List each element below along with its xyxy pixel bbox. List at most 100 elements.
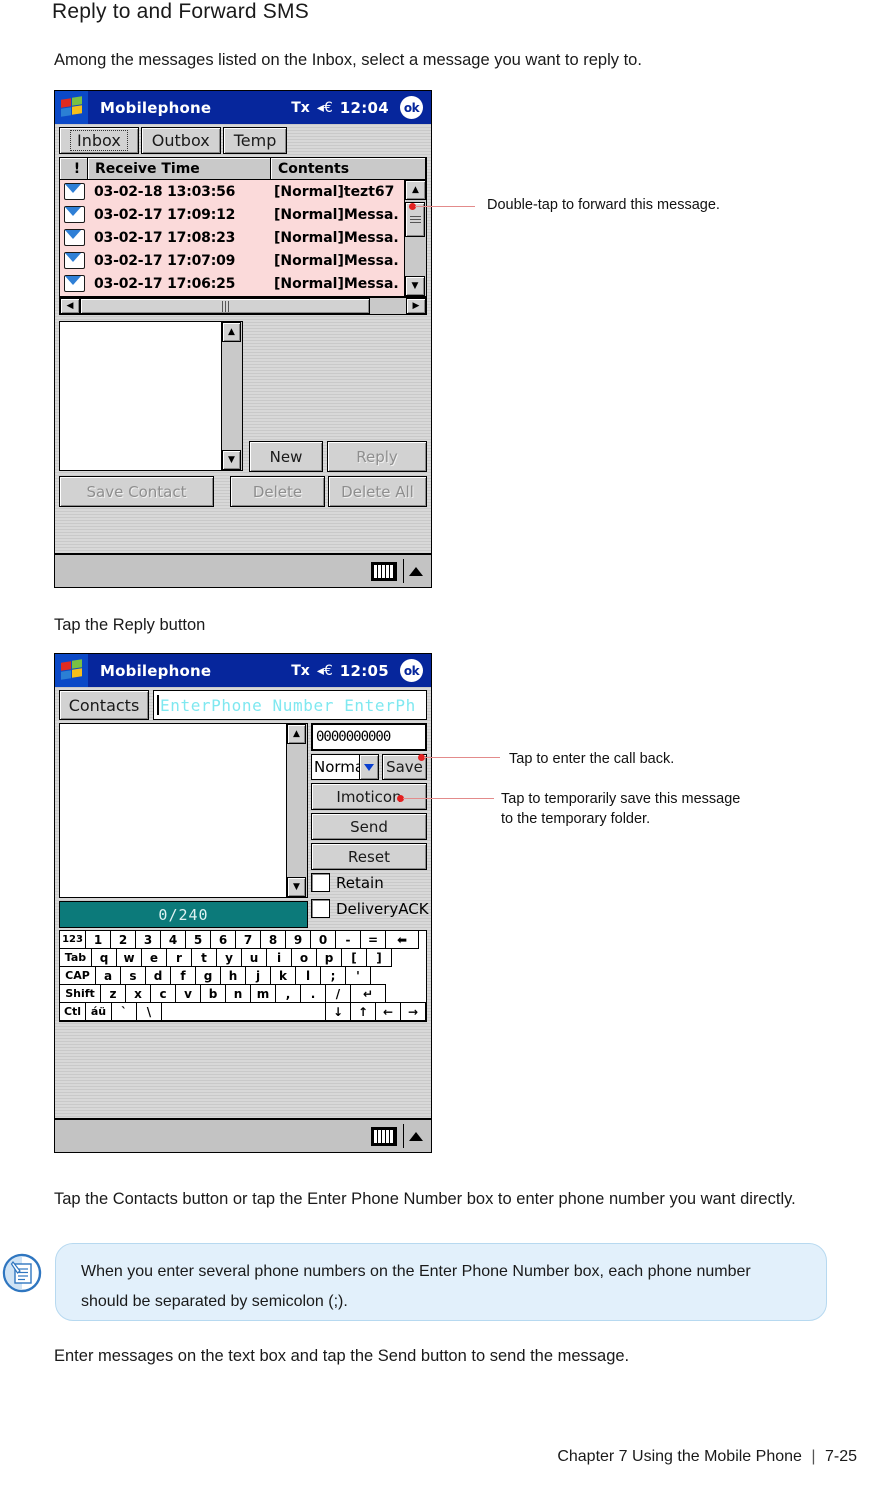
keyboard-icon[interactable] bbox=[371, 561, 397, 581]
key-4[interactable]: 4 bbox=[160, 930, 186, 949]
key-sym[interactable]: ↑ bbox=[350, 1002, 376, 1021]
message-vertical-scrollbar[interactable]: ▲ ▼ bbox=[287, 723, 308, 898]
key-sym[interactable]: ↵ bbox=[350, 984, 386, 1003]
priority-dropdown[interactable]: Norma bbox=[311, 754, 379, 780]
key-6[interactable]: 6 bbox=[210, 930, 236, 949]
key-r[interactable]: r bbox=[166, 948, 192, 967]
key-7[interactable]: 7 bbox=[235, 930, 261, 949]
volume-icon[interactable]: ◂€ bbox=[317, 664, 333, 678]
preview-vertical-scrollbar[interactable]: ▲ ▼ bbox=[222, 321, 243, 471]
key-1[interactable]: 1 bbox=[85, 930, 111, 949]
key-b[interactable]: b bbox=[200, 984, 226, 1003]
tab-temp[interactable]: Temp bbox=[222, 127, 288, 154]
key-l[interactable]: l bbox=[295, 966, 321, 985]
key-123[interactable]: 123 bbox=[59, 930, 86, 949]
retain-checkbox-row[interactable]: Retain bbox=[311, 873, 384, 892]
key-e[interactable]: e bbox=[141, 948, 167, 967]
key-sym[interactable]: / bbox=[325, 984, 351, 1003]
key-sym[interactable]: áü bbox=[85, 1002, 112, 1021]
scroll-down-icon[interactable]: ▼ bbox=[222, 450, 241, 470]
signal-off-icon[interactable]: Τx bbox=[291, 101, 310, 115]
tab-inbox[interactable]: Inbox bbox=[59, 127, 139, 154]
scroll-up-icon[interactable]: ▲ bbox=[287, 724, 306, 744]
scroll-up-icon[interactable]: ▲ bbox=[222, 322, 241, 342]
key-Shift[interactable]: Shift bbox=[59, 984, 101, 1003]
key-5[interactable]: 5 bbox=[185, 930, 211, 949]
key-Tab[interactable]: Tab bbox=[59, 948, 92, 967]
deliveryack-checkbox-row[interactable]: DeliveryACK bbox=[311, 899, 429, 918]
column-header-receive-time[interactable]: Receive Time bbox=[88, 158, 271, 179]
key-j[interactable]: j bbox=[245, 966, 271, 985]
scroll-down-icon[interactable]: ▼ bbox=[405, 276, 425, 296]
message-list[interactable]: ! Receive Time Contents 03-02-18 13:03:5… bbox=[59, 157, 427, 297]
scroll-down-icon[interactable]: ▼ bbox=[287, 877, 306, 897]
reset-button[interactable]: Reset bbox=[311, 843, 427, 870]
column-header-priority[interactable]: ! bbox=[60, 158, 88, 179]
key-Ctl[interactable]: Ctl bbox=[59, 1002, 86, 1021]
key-sym[interactable]: ] bbox=[366, 948, 392, 967]
key-c[interactable]: c bbox=[150, 984, 176, 1003]
ok-button[interactable]: ok bbox=[400, 96, 423, 119]
table-row[interactable]: 03-02-17 17:08:23 [Normal]Messa. bbox=[60, 226, 426, 249]
callback-number-input[interactable]: 0000000000 bbox=[311, 723, 427, 751]
key-t[interactable]: t bbox=[191, 948, 217, 967]
table-row[interactable]: 03-02-18 13:03:56 [Normal]tezt67 bbox=[60, 180, 426, 203]
key-sym[interactable]: = bbox=[360, 930, 386, 949]
key-d[interactable]: d bbox=[145, 966, 171, 985]
key-sym[interactable]: [ bbox=[341, 948, 367, 967]
table-row[interactable]: 03-02-17 17:09:12 [Normal]Messa. bbox=[60, 203, 426, 226]
list-vertical-scrollbar[interactable]: ▲ ▼ bbox=[404, 180, 426, 296]
delete-all-button[interactable]: Delete All bbox=[328, 476, 427, 507]
keyboard-icon[interactable] bbox=[371, 1126, 397, 1146]
new-button[interactable]: New bbox=[249, 441, 323, 472]
key-2[interactable]: 2 bbox=[110, 930, 136, 949]
key-m[interactable]: m bbox=[250, 984, 276, 1003]
key-s[interactable]: s bbox=[120, 966, 146, 985]
key-w[interactable]: w bbox=[116, 948, 142, 967]
key-h[interactable]: h bbox=[220, 966, 246, 985]
key-v[interactable]: v bbox=[175, 984, 201, 1003]
table-row[interactable]: 03-02-17 17:06:25 [Normal]Messa. bbox=[60, 272, 426, 295]
key-sym[interactable]: . bbox=[300, 984, 326, 1003]
delete-button[interactable]: Delete bbox=[230, 476, 325, 507]
key-sym[interactable]: ` bbox=[111, 1002, 137, 1021]
contacts-button[interactable]: Contacts bbox=[59, 690, 149, 720]
ok-button[interactable]: ok bbox=[400, 659, 423, 682]
key-9[interactable]: 9 bbox=[285, 930, 311, 949]
key-f[interactable]: f bbox=[170, 966, 196, 985]
clock-label[interactable]: 12:05 bbox=[340, 662, 389, 680]
clock-label[interactable]: 12:04 bbox=[340, 99, 389, 117]
key-sym[interactable]: - bbox=[335, 930, 361, 949]
tab-outbox[interactable]: Outbox bbox=[140, 127, 221, 154]
key-i[interactable]: i bbox=[266, 948, 292, 967]
chevron-down-icon[interactable] bbox=[359, 755, 378, 779]
key-x[interactable]: x bbox=[125, 984, 151, 1003]
imoticon-button[interactable]: Imoticon bbox=[311, 783, 427, 810]
key-sym[interactable]: \ bbox=[136, 1002, 162, 1021]
list-horizontal-scrollbar[interactable]: ◀ ▶ bbox=[59, 297, 427, 315]
key-sym[interactable]: ← bbox=[375, 1002, 401, 1021]
key-o[interactable]: o bbox=[291, 948, 317, 967]
key-u[interactable]: u bbox=[241, 948, 267, 967]
key-3[interactable]: 3 bbox=[135, 930, 161, 949]
table-row[interactable]: 03-02-17 17:07:09 [Normal]Messa. bbox=[60, 249, 426, 272]
key-k[interactable]: k bbox=[270, 966, 296, 985]
scroll-left-icon[interactable]: ◀ bbox=[60, 298, 80, 314]
key-8[interactable]: 8 bbox=[260, 930, 286, 949]
message-textarea[interactable] bbox=[59, 723, 287, 898]
key-sym[interactable]: ⬅ bbox=[385, 930, 419, 949]
triangle-up-icon[interactable] bbox=[409, 566, 423, 576]
key-CAP[interactable]: CAP bbox=[59, 966, 96, 985]
deliveryack-checkbox[interactable] bbox=[311, 899, 330, 918]
soft-keyboard[interactable]: 123 1 2 3 4 5 6 7 8 9 0- = ⬅ Tab q w e r t y u i o p[] CAP a s d f… bbox=[59, 930, 427, 1022]
key-sym[interactable]: ; bbox=[320, 966, 346, 985]
triangle-up-icon[interactable] bbox=[409, 1131, 423, 1141]
volume-icon[interactable]: ◂€ bbox=[317, 101, 333, 115]
key-n[interactable]: n bbox=[225, 984, 251, 1003]
key-0[interactable]: 0 bbox=[310, 930, 336, 949]
save-contact-button[interactable]: Save Contact bbox=[59, 476, 214, 507]
hscroll-thumb[interactable] bbox=[80, 298, 370, 314]
key-q[interactable]: q bbox=[91, 948, 117, 967]
send-button[interactable]: Send bbox=[311, 813, 427, 840]
key-g[interactable]: g bbox=[195, 966, 221, 985]
